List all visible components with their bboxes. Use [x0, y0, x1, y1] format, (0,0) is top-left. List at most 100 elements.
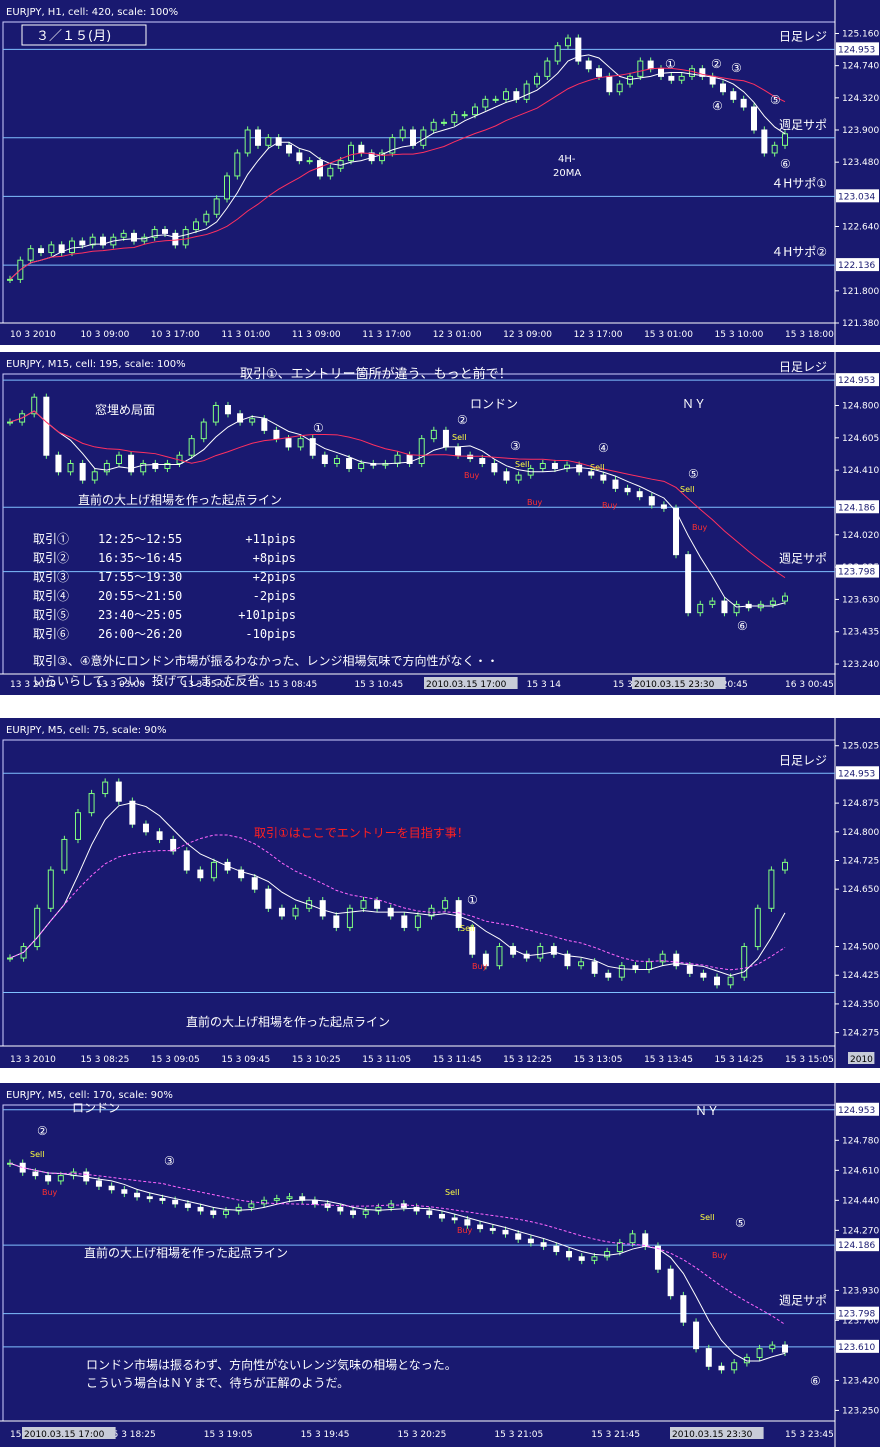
candle-body	[550, 946, 557, 955]
chart-panel-m5-a[interactable]: 125.025 124.875 124.800 124.725 124.650 124.5…	[0, 718, 880, 1068]
m15-chart-svg[interactable]: 124.800124.605124.410124.020123.825123.6…	[0, 352, 880, 695]
startline-label: 直前の大上げ相場を作った起点ライン	[186, 1014, 390, 1029]
sell-signal: Sell	[680, 485, 694, 494]
trade-pips: +101pips	[238, 608, 296, 622]
candle-body	[629, 1233, 636, 1244]
trade-pips: -2pips	[253, 589, 296, 603]
h1-chart-svg[interactable]: 125.160 124.740 124.320 123.900 123.480 122.6…	[0, 0, 880, 345]
candle-body	[700, 972, 707, 978]
candle-body	[388, 1203, 395, 1208]
buy-signal: Buy	[42, 1188, 58, 1197]
candle-body	[224, 404, 231, 415]
candle-body	[55, 454, 62, 473]
trade-marker: ②	[711, 57, 722, 71]
candle-body	[430, 429, 437, 440]
trade-name: 取引①	[33, 532, 69, 546]
trade-marker: ①	[313, 421, 324, 435]
trade-table: 取引① 12:25～12:55 +11pips 取引② 16:35～16:45 …	[33, 532, 296, 641]
candle-body	[686, 965, 693, 974]
candle-body	[234, 152, 241, 177]
sell-signal: Sell	[445, 1188, 459, 1197]
chart-panel-m5-b[interactable]: 124.780 124.610 124.440 124.270 123.930 123.7…	[0, 1083, 880, 1447]
candle-body	[79, 463, 86, 481]
trade-marker: ⑤	[688, 467, 699, 481]
candle-body	[43, 396, 50, 456]
time-tick-label: 15 3 09:05	[151, 1055, 200, 1065]
trade-pips: +2pips	[253, 570, 296, 584]
time-tick-label: 15 3 08:45	[268, 680, 317, 690]
price-tick-label: 124.740	[842, 62, 879, 72]
level-price-label: 123.034	[838, 192, 875, 202]
candle-body	[212, 404, 219, 423]
time-tick-label: 15 3 10:00	[715, 330, 764, 340]
candle-body	[430, 121, 437, 131]
candle-body	[286, 144, 292, 154]
m5b-chart-svg[interactable]: 124.780 124.610 124.440 124.270 123.930 123.7…	[0, 1083, 880, 1447]
sell-signal: Sell	[30, 1150, 44, 1159]
candle-body	[727, 976, 734, 986]
time-tick-label: 15 3 09:45	[221, 1055, 270, 1065]
trade-marker: ⑥	[780, 157, 791, 171]
level-text: ４Hサポ②	[771, 245, 827, 259]
candle-body	[348, 144, 354, 162]
candle-body	[362, 1210, 369, 1215]
panel-header: EURJPY, M15, cell: 195, scale: 100%	[6, 359, 186, 370]
buy-signal: Buy	[692, 523, 708, 532]
candle-body	[261, 418, 268, 431]
time-tick-label: 15 3 21:05	[494, 1430, 543, 1440]
m5a-chart-svg[interactable]: 125.025 124.875 124.800 124.725 124.650 124.5…	[0, 718, 880, 1068]
candle-body	[751, 106, 757, 131]
price-tick-label: 125.025	[842, 742, 879, 752]
candle-body	[515, 474, 522, 481]
candle-body	[689, 68, 695, 77]
candle-body	[394, 454, 401, 465]
moving-average-fast	[9, 54, 786, 280]
candle-body	[162, 229, 168, 234]
sell-signal: Sell	[460, 924, 474, 933]
candle-body	[605, 972, 612, 978]
price-tick-label: 124.425	[842, 971, 879, 981]
chart-panel-h1[interactable]: 125.160 124.740 124.320 123.900 123.480 122.6…	[0, 0, 880, 345]
candle-body	[464, 1219, 471, 1226]
price-tick-label: 124.440	[842, 1196, 879, 1206]
candle-body	[142, 823, 149, 833]
time-tick-label: 15 3 08:25	[80, 1055, 129, 1065]
date-label: ３／１５(月)	[36, 29, 111, 44]
price-tick-label: 124.800	[842, 401, 879, 411]
trade-marker: ⑥	[737, 619, 748, 633]
candle-body	[159, 1198, 166, 1201]
trade-marker: ⑤	[770, 93, 781, 107]
time-tick-label: 15 3 10:25	[292, 1055, 341, 1065]
time-tick-label: 11 3 17:00	[362, 330, 411, 340]
ma-label-top: 4H-	[558, 154, 576, 165]
candle-body	[297, 438, 304, 448]
price-tick-label: 124.875	[842, 799, 879, 809]
level-price-label: 123.798	[838, 1310, 875, 1320]
candle-body	[578, 1256, 585, 1261]
time-tick-label: 15 3 19:05	[204, 1430, 253, 1440]
candle-body	[576, 464, 583, 473]
comment-line-2: いらいらして、つい、投げてしまった反省。	[33, 673, 272, 688]
candle-body	[591, 1256, 598, 1261]
level-price-label: 124.953	[838, 45, 875, 55]
price-tick-label: 125.160	[842, 29, 879, 39]
price-tick-label: 123.480	[842, 158, 879, 168]
time-tick-label: 15 3 14:25	[715, 1055, 764, 1065]
candle-body	[401, 915, 408, 928]
candle-body	[95, 1180, 102, 1187]
candle-body	[642, 1233, 649, 1247]
level-text: 日足レジ	[779, 753, 827, 767]
candle-body	[585, 60, 592, 70]
time-tick-label: 13 3 2010	[10, 1055, 56, 1065]
candle-body	[311, 1199, 318, 1205]
candle-body	[265, 888, 272, 909]
candle-body	[496, 946, 503, 967]
trade-marker: ③	[164, 1154, 175, 1168]
candle-body	[551, 463, 558, 469]
candle-body	[578, 961, 585, 967]
chart-panel-m15[interactable]: 124.800124.605124.410124.020123.825123.6…	[0, 352, 880, 695]
candle-body	[477, 1224, 484, 1230]
candle-body	[482, 98, 489, 108]
candle-body	[553, 1245, 560, 1253]
candle-body	[203, 213, 210, 223]
